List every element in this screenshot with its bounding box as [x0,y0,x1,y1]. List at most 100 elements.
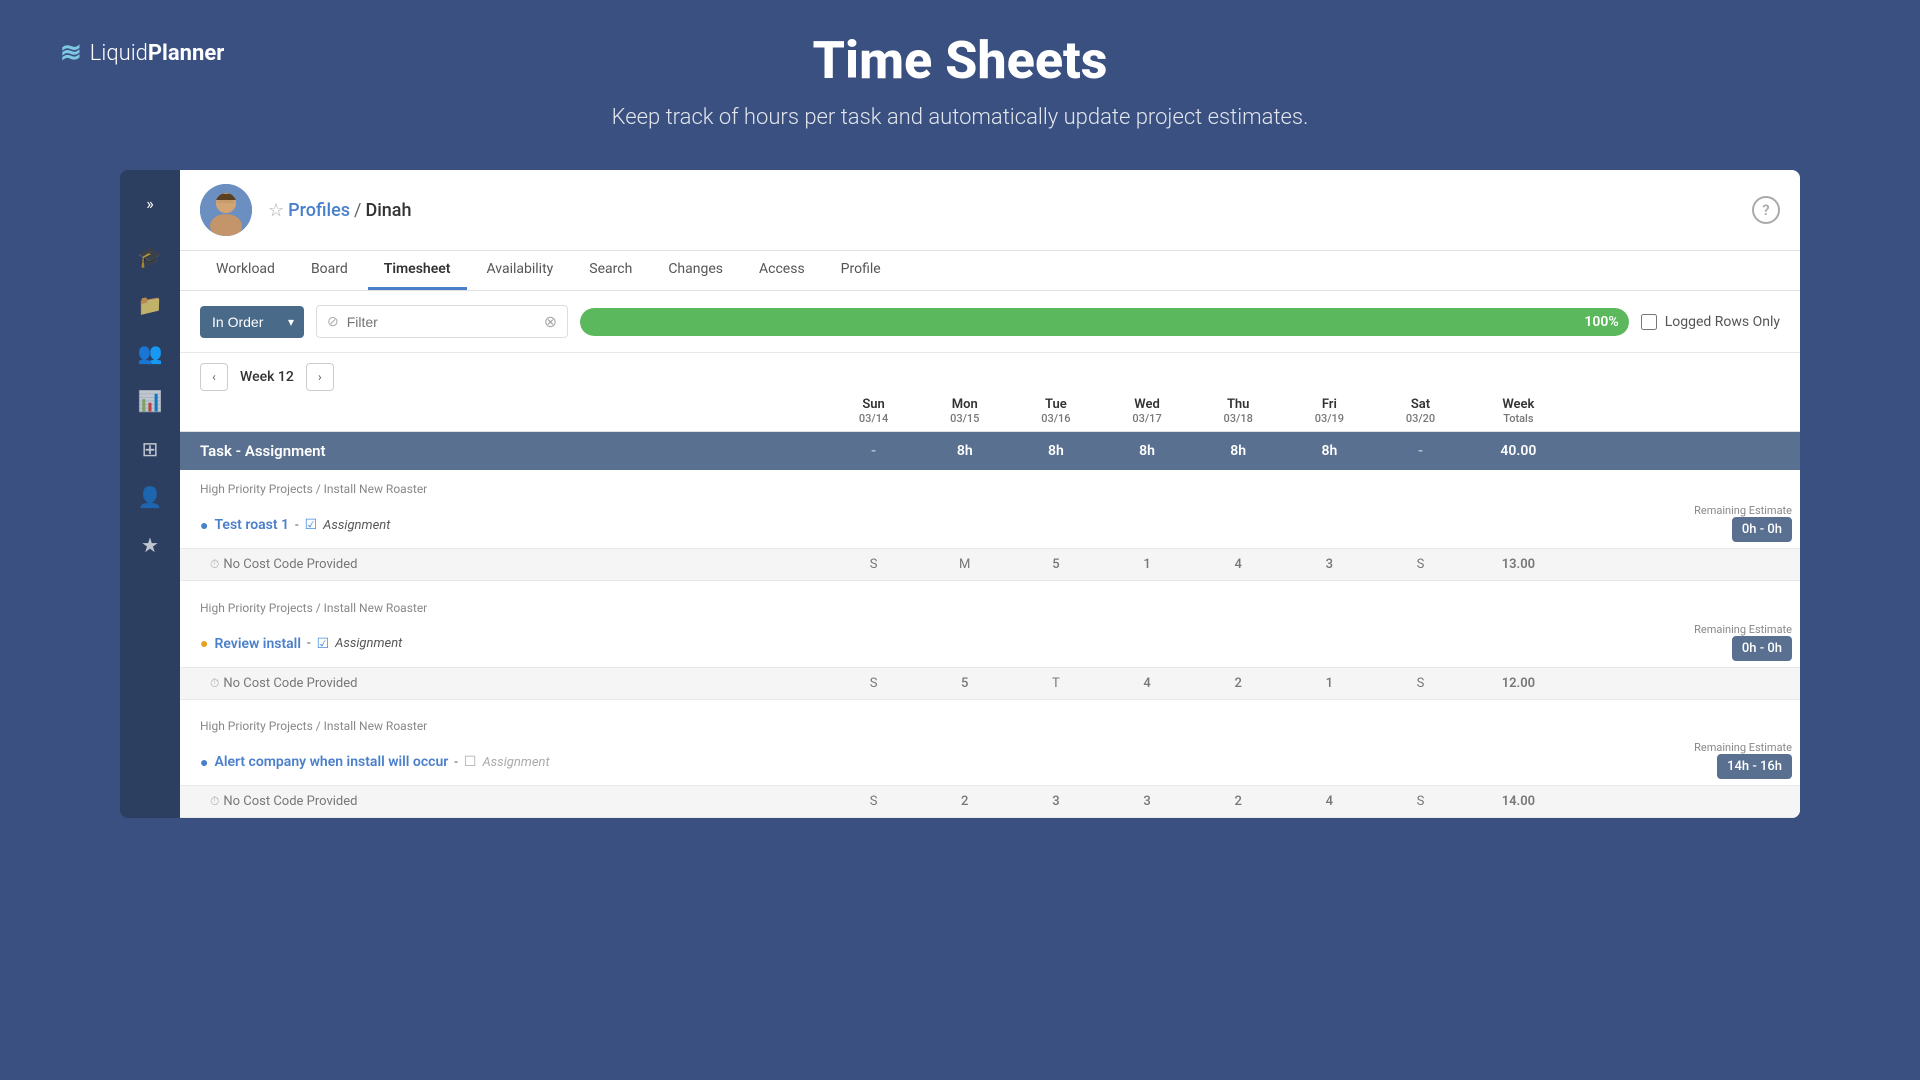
sidebar-collapse-button[interactable]: » [138,186,162,221]
task-2-dash: - [307,636,311,651]
col-header-mon: Mon03/15 [919,391,1010,432]
cc3-fri[interactable]: 4 [1284,786,1375,818]
filter-box: ⊘ ⊗ [316,305,568,338]
sidebar-icon-favorites[interactable]: ★ [130,525,170,565]
cc2-wed[interactable]: 4 [1101,667,1192,699]
task-2-remaining-label: Remaining Estimate 0h - 0h [1571,617,1800,668]
sidebar-icon-profile[interactable]: 👤 [130,477,170,517]
order-select-wrap: In Order By Priority By Date [200,306,304,338]
filter-clear-button[interactable]: ⊗ [544,312,557,331]
cc3-total: 14.00 [1466,786,1571,818]
timesheet-table: Sun03/14 Mon03/15 Tue03/16 Wed03/17 Thu0… [180,391,1800,818]
task-name-cell-3: ● Alert company when install will occur … [180,735,828,786]
cc1-wed[interactable]: 1 [1101,549,1192,581]
cost-code-icon-2: ⏱ [210,676,219,690]
tab-access[interactable]: Access [743,251,821,290]
cc3-sun: S [828,786,919,818]
task-name-cell-1: ● Test roast 1 - ☑ Assignment [180,498,828,549]
task-3-link[interactable]: Alert company when install will occur [214,754,448,770]
sidebar-icon-grid[interactable]: ⊞ [130,429,170,469]
cc2-thu[interactable]: 2 [1193,667,1284,699]
breadcrumb-current: Dinah [365,200,411,221]
cost-code-row-1: ⏱No Cost Code Provided S M 5 1 4 3 S 13.… [180,549,1800,581]
favorite-star-icon[interactable]: ☆ [268,200,284,221]
task-3-remaining-badge: 14h - 16h [1717,754,1792,779]
task-1-link[interactable]: Test roast 1 [214,517,289,533]
cc3-mon[interactable]: 2 [919,786,1010,818]
summary-tue: 8h [1010,432,1101,471]
summary-sat: - [1375,432,1466,471]
cc1-thu[interactable]: 4 [1193,549,1284,581]
col-header-tue: Tue03/16 [1010,391,1101,432]
col-header-thu: Thu03/18 [1193,391,1284,432]
breadcrumb-profiles-link[interactable]: Profiles [288,200,350,221]
tab-profile[interactable]: Profile [825,251,897,290]
summary-thu: 8h [1193,432,1284,471]
task-3-circle-icon: ● [200,754,208,771]
tab-workload[interactable]: Workload [200,251,291,290]
logged-rows-label: Logged Rows Only [1665,314,1780,330]
cc3-thu[interactable]: 2 [1193,786,1284,818]
sidebar-icon-people[interactable]: 👥 [130,333,170,373]
task-2-circle-icon: ● [200,635,208,652]
logo-waves-icon: ≋ [60,38,82,68]
sidebar-icon-folders[interactable]: 📁 [130,285,170,325]
cc1-fri[interactable]: 3 [1284,549,1375,581]
cost-code-row-2: ⏱No Cost Code Provided S 5 T 4 2 1 S 12.… [180,667,1800,699]
task-path-1: High Priority Projects / Install New Roa… [180,470,1800,498]
col-header-wed: Wed03/17 [1101,391,1192,432]
cc2-tue: T [1010,667,1101,699]
cc2-fri[interactable]: 1 [1284,667,1375,699]
progress-bar: 100% [580,308,1629,336]
cc1-tue[interactable]: 5 [1010,549,1101,581]
tab-search[interactable]: Search [573,251,648,290]
sidebar-icon-learning[interactable]: 🎓 [130,237,170,277]
content-panel: ☆ Profiles / Dinah ? Workload Board Time… [180,170,1800,818]
task-3-remaining-label: Remaining Estimate 14h - 16h [1571,735,1800,786]
help-button[interactable]: ? [1752,196,1780,224]
main-container: » 🎓 📁 👥 📊 ⊞ 👤 ★ ☆ Profile [120,170,1800,818]
order-select[interactable]: In Order By Priority By Date [200,306,304,338]
cc3-wed[interactable]: 3 [1101,786,1192,818]
tab-availability[interactable]: Availability [471,251,570,290]
logo: ≋ LiquidPlanner [60,38,224,68]
week-label: Week 12 [228,365,306,389]
week-prev-button[interactable]: ‹ [200,363,228,391]
cc1-total: 13.00 [1466,549,1571,581]
summary-remaining [1571,432,1800,471]
cc2-mon[interactable]: 5 [919,667,1010,699]
task-name-cell-2: ● Review install - ☑ Assignment [180,617,828,668]
task-path-row-3: High Priority Projects / Install New Roa… [180,707,1800,735]
summary-row: Task - Assignment - 8h 8h 8h 8h 8h - 40.… [180,432,1800,471]
task-3-assignment: Assignment [482,755,549,770]
task-row-3: ● Alert company when install will occur … [180,735,1800,786]
sidebar-icon-analytics[interactable]: 📊 [130,381,170,421]
tab-changes[interactable]: Changes [652,251,739,290]
summary-sun: - [828,432,919,471]
cost-code-icon-3: ⏱ [210,794,219,808]
cost-code-3: ⏱No Cost Code Provided [180,786,828,818]
logged-rows-checkbox-input[interactable] [1641,314,1657,330]
task-3-check-icon: ☐ [464,754,477,770]
tab-board[interactable]: Board [295,251,364,290]
cc1-mon: M [919,549,1010,581]
summary-total: 40.00 [1466,432,1571,471]
cc1-sat: S [1375,549,1466,581]
spacer-1 [180,581,1800,589]
logged-rows-only-checkbox[interactable]: Logged Rows Only [1641,314,1780,330]
filter-input[interactable] [347,314,528,330]
spacer-2 [180,699,1800,707]
task-path-3: High Priority Projects / Install New Roa… [180,707,1800,735]
col-header-sun: Sun03/14 [828,391,919,432]
task-2-check-icon: ☑ [317,636,330,652]
cc3-tue[interactable]: 3 [1010,786,1101,818]
col-header-remaining [1571,391,1800,432]
task-2-assignment: Assignment [335,636,402,651]
tab-timesheet[interactable]: Timesheet [368,251,467,290]
col-header-task [180,391,828,432]
sidebar: » 🎓 📁 👥 📊 ⊞ 👤 ★ [120,170,180,818]
summary-mon: 8h [919,432,1010,471]
task-2-link[interactable]: Review install [214,636,301,652]
task-path-row-1: High Priority Projects / Install New Roa… [180,470,1800,498]
week-next-button[interactable]: › [306,363,334,391]
